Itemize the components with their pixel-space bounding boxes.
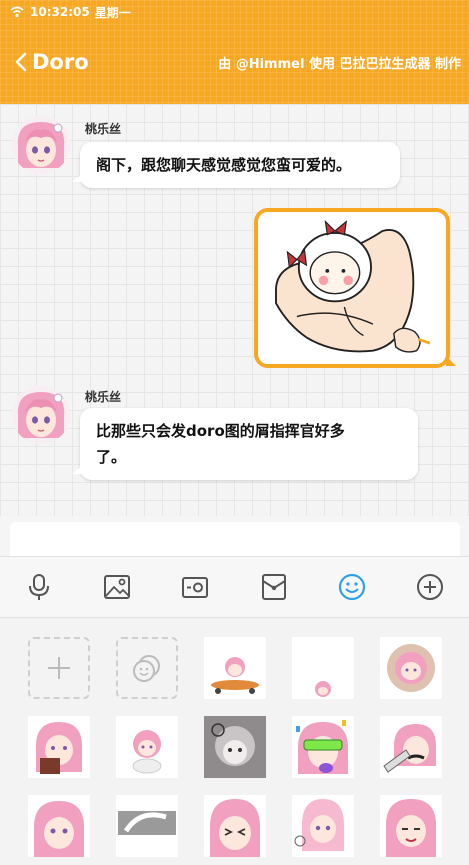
bubble-tail: [72, 466, 82, 474]
red-packet-icon[interactable]: [258, 571, 290, 603]
avatar-illustration: [12, 386, 70, 444]
sticker-item[interactable]: [116, 795, 178, 857]
sticker-item[interactable]: [380, 637, 442, 699]
wifi-icon: [10, 6, 24, 18]
avatar[interactable]: [12, 386, 70, 444]
avatar[interactable]: [12, 116, 70, 174]
sticker-panel: [0, 619, 469, 865]
sender-name: 桃乐丝: [85, 390, 122, 404]
add-sticker-icon[interactable]: [28, 637, 90, 699]
avatar-illustration: [12, 116, 70, 174]
sticker-item[interactable]: [28, 795, 90, 857]
sticker-item[interactable]: [204, 637, 266, 699]
emoji-icon[interactable]: [336, 571, 368, 603]
sticker-item[interactable]: [380, 795, 442, 857]
sticker-item[interactable]: [204, 795, 266, 857]
chat-title[interactable]: Doro: [32, 50, 89, 74]
camera-icon[interactable]: [179, 571, 211, 603]
chat-header: Doro 由 @Himmel 使用 巴拉巴拉生成器 制作: [0, 40, 469, 84]
bubble-tail: [72, 174, 82, 182]
credit-text: 由 @Himmel 使用 巴拉巴拉生成器 制作: [218, 56, 461, 72]
sticker-item[interactable]: [380, 716, 442, 778]
status-weekday: 星期一: [94, 5, 131, 20]
message-text: 阁下，跟您聊天感觉感觉您蛮可爱的。: [96, 156, 352, 174]
chat-area[interactable]: 桃乐丝 阁下，跟您聊天感觉感觉您蛮可爱的。 桃乐丝 比那些只会发doro图的屑指…: [0, 104, 469, 516]
doro-pixel-sticker: [258, 212, 446, 364]
sticker-item[interactable]: [28, 716, 90, 778]
microphone-icon[interactable]: [23, 571, 55, 603]
status-time: 10:32:05: [30, 5, 90, 19]
message-text-line: 了。: [96, 448, 127, 466]
status-bar: 10:32:05 星期一: [10, 3, 131, 21]
sticker-item[interactable]: [292, 637, 354, 699]
message-text-line: 比那些只会发doro图的屑指挥官好多: [96, 422, 345, 440]
input-toolbar: [0, 556, 469, 618]
sticker-item[interactable]: [292, 795, 354, 857]
sender-name: 桃乐丝: [85, 122, 122, 136]
image-message[interactable]: [254, 208, 450, 368]
sticker-item[interactable]: [116, 716, 178, 778]
sticker-item[interactable]: [204, 716, 266, 778]
message-bubble[interactable]: 比那些只会发doro图的屑指挥官好多 了。: [72, 408, 418, 480]
back-chevron-icon[interactable]: [12, 51, 30, 73]
sticker-history-icon[interactable]: [116, 637, 178, 699]
image-bubble-tail: [446, 356, 456, 366]
sticker-item[interactable]: [292, 716, 354, 778]
plus-icon[interactable]: [414, 571, 446, 603]
image-icon[interactable]: [101, 571, 133, 603]
message-bubble[interactable]: 阁下，跟您聊天感觉感觉您蛮可爱的。: [72, 142, 400, 188]
top-bar: 10:32:05 星期一 Doro 由 @Himmel 使用 巴拉巴拉生成器 制…: [0, 0, 469, 104]
